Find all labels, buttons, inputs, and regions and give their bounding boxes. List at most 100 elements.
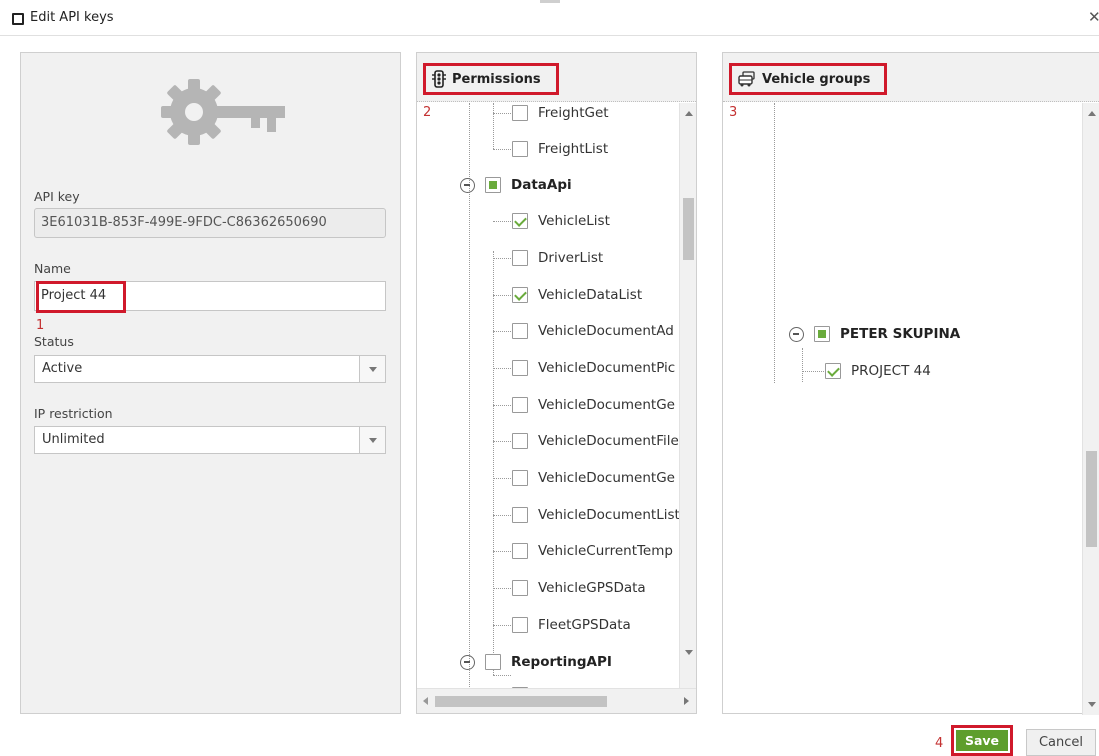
permission-checkbox[interactable]: [512, 141, 528, 157]
tree-branch: [493, 149, 511, 150]
tree-guide-line: [802, 348, 803, 382]
permission-item[interactable]: VehicleCurrentTemp: [512, 539, 673, 563]
permission-label: VehicleDocumentGe: [538, 397, 675, 413]
permission-item[interactable]: VehicleDocumentGe: [512, 393, 675, 417]
ip-restriction-label: IP restriction: [34, 406, 113, 421]
permission-item[interactable]: VehicleGPSData: [512, 576, 646, 600]
permission-checkbox[interactable]: [512, 250, 528, 266]
tree-branch: [493, 551, 511, 552]
close-icon[interactable]: ✕: [1088, 8, 1099, 26]
tree-branch: [493, 368, 511, 369]
vehicle-group-peter-skupina[interactable]: PETER SKUPINA: [789, 322, 960, 346]
status-select[interactable]: Active: [34, 355, 386, 383]
tree-branch: [493, 588, 511, 589]
scroll-up-icon[interactable]: [685, 111, 693, 116]
permission-label: VehicleDataList: [538, 287, 643, 303]
permission-label: VehicleGPSData: [538, 580, 646, 596]
vehicle-group-label: PROJECT 44: [851, 363, 931, 379]
collapse-icon[interactable]: [460, 177, 475, 193]
permission-group-label: DataApi: [511, 177, 572, 193]
permission-item[interactable]: VehicleDocumentList: [512, 503, 680, 527]
permission-checkbox[interactable]: [512, 213, 528, 229]
permission-group-checkbox[interactable]: [485, 177, 501, 193]
permissions-vertical-scrollbar[interactable]: [679, 103, 696, 689]
permission-label: DriverList: [538, 250, 604, 266]
cancel-button[interactable]: Cancel: [1026, 729, 1096, 756]
chevron-down-icon: [369, 367, 377, 372]
tree-branch: [493, 113, 511, 114]
vehicle-group-checkbox[interactable]: [825, 363, 841, 379]
window-title: Edit API keys: [30, 10, 114, 25]
permission-checkbox[interactable]: [512, 433, 528, 449]
permission-checkbox[interactable]: [512, 323, 528, 339]
tree-branch: [493, 625, 511, 626]
save-button[interactable]: Save: [956, 730, 1008, 751]
permission-label: VehicleList: [538, 213, 610, 229]
tree-branch: [802, 371, 824, 372]
permission-label: VehicleDocumentGe: [538, 470, 675, 486]
scroll-down-icon[interactable]: [1088, 702, 1096, 707]
permission-checkbox[interactable]: [512, 580, 528, 596]
vehicle-groups-vertical-scrollbar[interactable]: [1082, 103, 1099, 715]
scroll-thumb[interactable]: [1086, 451, 1097, 547]
permissions-title: Permissions: [452, 71, 541, 87]
name-label: Name: [34, 261, 71, 276]
permission-label: FreightList: [538, 141, 609, 157]
tree-guide-line: [493, 103, 494, 149]
permission-label: VehicleDocumentPic: [538, 360, 676, 376]
vehicle-group-project-44[interactable]: PROJECT 44: [825, 359, 931, 383]
ip-restriction-select[interactable]: Unlimited: [34, 426, 386, 454]
permission-group-label: ReportingAPI: [511, 654, 612, 670]
permission-item[interactable]: VehicleDocumentFile: [512, 429, 679, 453]
drag-grip[interactable]: [540, 0, 560, 3]
scroll-left-icon[interactable]: [423, 697, 428, 705]
permission-group-checkbox[interactable]: [485, 654, 501, 670]
permission-item[interactable]: DriverList: [512, 246, 603, 270]
permission-checkbox[interactable]: [512, 543, 528, 559]
tree-branch: [493, 478, 511, 479]
step-1-marker: 1: [36, 318, 45, 333]
permission-checkbox[interactable]: [512, 287, 528, 303]
scroll-thumb[interactable]: [435, 696, 607, 707]
permission-checkbox[interactable]: [512, 105, 528, 121]
permission-item[interactable]: VehicleDocumentPic: [512, 356, 675, 380]
permission-label: VehicleDocumentList: [538, 507, 680, 523]
vehicle-group-icon: [738, 71, 755, 87]
scroll-down-icon[interactable]: [685, 650, 693, 655]
permission-label: VehicleDocumentAd: [538, 323, 674, 339]
ip-dropdown-button[interactable]: [359, 427, 385, 453]
ip-restriction-value: Unlimited: [42, 432, 105, 447]
permissions-horizontal-scrollbar[interactable]: [417, 688, 696, 713]
status-dropdown-button[interactable]: [359, 356, 385, 382]
collapse-icon[interactable]: [460, 654, 475, 670]
vehicle-group-checkbox[interactable]: [814, 326, 830, 342]
scroll-thumb[interactable]: [683, 198, 694, 260]
window-icon: [12, 13, 24, 25]
permission-item[interactable]: FreightList: [512, 137, 608, 161]
permissions-panel: Permissions 2 FreightGet FreightList Dat…: [416, 52, 697, 714]
permission-item[interactable]: VehicleDocumentGe: [512, 466, 675, 490]
title-bar: Edit API keys ✕: [0, 0, 1099, 36]
name-highlight: [36, 281, 126, 313]
permission-group-reportingapi[interactable]: ReportingAPI: [460, 650, 612, 674]
permission-checkbox[interactable]: [512, 470, 528, 486]
collapse-icon[interactable]: [789, 326, 804, 342]
permission-item[interactable]: FleetGPSData: [512, 613, 631, 637]
permission-item[interactable]: VehicleList: [512, 209, 610, 233]
tree-guide-line: [493, 251, 494, 675]
vehicle-groups-title: Vehicle groups: [762, 71, 871, 87]
permission-checkbox[interactable]: [512, 360, 528, 376]
scroll-right-icon[interactable]: [684, 697, 689, 705]
permission-item[interactable]: VehicleDataList: [512, 283, 642, 307]
permission-item[interactable]: FreightGet: [512, 103, 609, 125]
permission-checkbox[interactable]: [512, 397, 528, 413]
permission-checkbox[interactable]: [512, 617, 528, 633]
permission-checkbox[interactable]: [512, 507, 528, 523]
vehicle-groups-header: Vehicle groups: [723, 53, 1099, 102]
permission-group-dataapi[interactable]: DataApi: [460, 173, 572, 197]
save-highlight: Save: [951, 725, 1013, 756]
permission-item[interactable]: VehicleDocumentAd: [512, 319, 674, 343]
permissions-header: Permissions: [417, 53, 696, 102]
scroll-up-icon[interactable]: [1088, 111, 1096, 116]
tree-branch: [493, 331, 511, 332]
